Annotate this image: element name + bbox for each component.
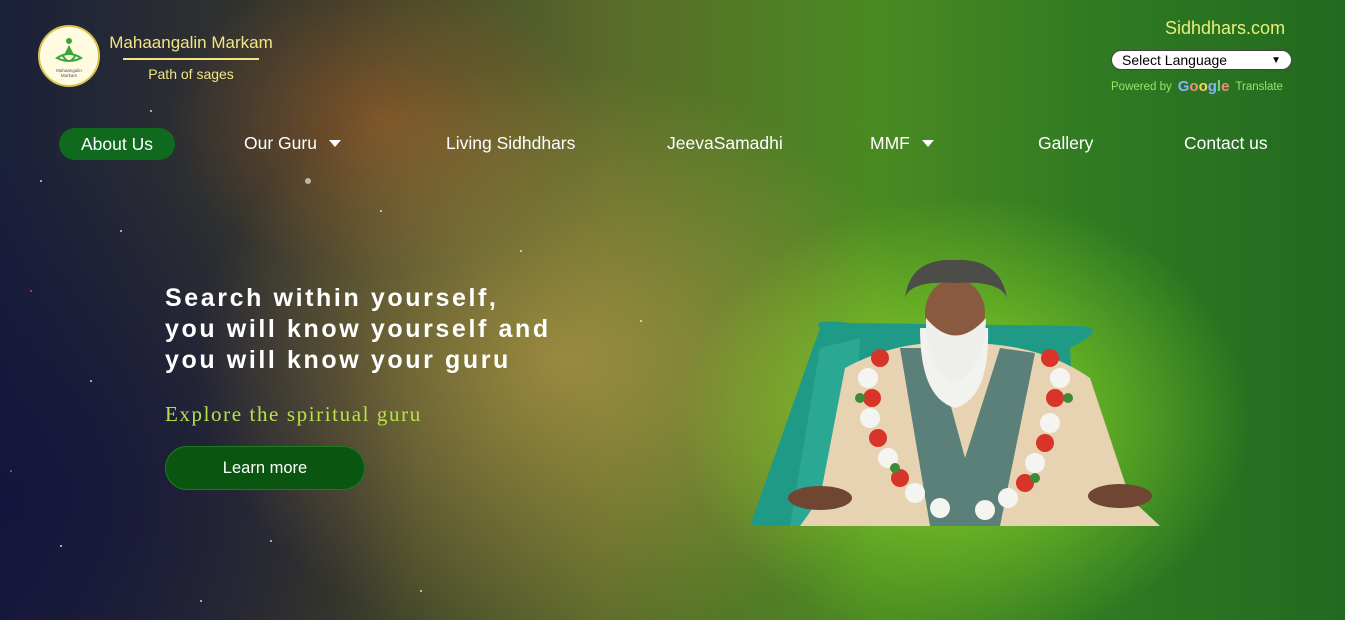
- site-name-link[interactable]: Sidhdhars.com: [1165, 18, 1285, 39]
- nav-mmf[interactable]: MMF: [870, 133, 934, 154]
- language-select[interactable]: Select Language ▼: [1111, 50, 1292, 70]
- nav-living-sidhdhars-label: Living Sidhdhars: [446, 133, 576, 153]
- hero-quote-line-1: Search within yourself,: [165, 284, 499, 312]
- brand[interactable]: Mahaangalin Markam Path of sages: [106, 33, 276, 82]
- chevron-down-icon: ▼: [1271, 54, 1281, 66]
- nav-living-sidhdhars[interactable]: Living Sidhdhars: [446, 133, 575, 154]
- hero-quote: Search within yourself, you will know yo…: [165, 283, 551, 376]
- google-translate-credit: Powered by Google Translate: [1111, 78, 1283, 95]
- learn-more-button[interactable]: Learn more: [165, 446, 365, 490]
- hero-subtitle: Explore the spiritual guru: [165, 402, 422, 426]
- caret-down-icon: [921, 140, 934, 147]
- nav-gallery[interactable]: Gallery: [1038, 133, 1093, 154]
- site-logo[interactable]: Mahaangalin Markam: [38, 25, 100, 87]
- google-logo-icon[interactable]: Google: [1178, 78, 1230, 95]
- brand-tagline: Path of sages: [148, 66, 234, 82]
- language-select-value: Select Language: [1122, 52, 1228, 68]
- brand-divider: [123, 58, 259, 60]
- nav-jeevasamadhi[interactable]: JeevaSamadhi: [667, 133, 783, 154]
- caret-down-icon: [328, 140, 341, 147]
- nav-mmf-label: MMF: [870, 133, 910, 153]
- translate-label: Translate: [1235, 80, 1283, 93]
- nav-contact-us[interactable]: Contact us: [1184, 133, 1268, 154]
- nav-about-us-label: About Us: [81, 133, 153, 154]
- nav-gallery-label: Gallery: [1038, 133, 1094, 153]
- hero-quote-line-2: you will know yourself and: [165, 315, 551, 343]
- meditation-logo-icon: Mahaangalin Markam: [55, 38, 83, 78]
- hero-quote-line-3: you will know your guru: [165, 346, 511, 374]
- nav-about-us[interactable]: About Us: [59, 128, 175, 160]
- nav-our-guru-label: Our Guru: [244, 133, 317, 153]
- nav-our-guru[interactable]: Our Guru: [244, 133, 341, 154]
- guru-photo: [750, 259, 1160, 526]
- brand-name: Mahaangalin Markam: [109, 33, 273, 52]
- powered-by-label: Powered by: [1111, 80, 1172, 93]
- nav-contact-us-label: Contact us: [1184, 133, 1268, 153]
- logo-text-2: Markam: [61, 73, 78, 78]
- nav-jeevasamadhi-label: JeevaSamadhi: [667, 133, 783, 153]
